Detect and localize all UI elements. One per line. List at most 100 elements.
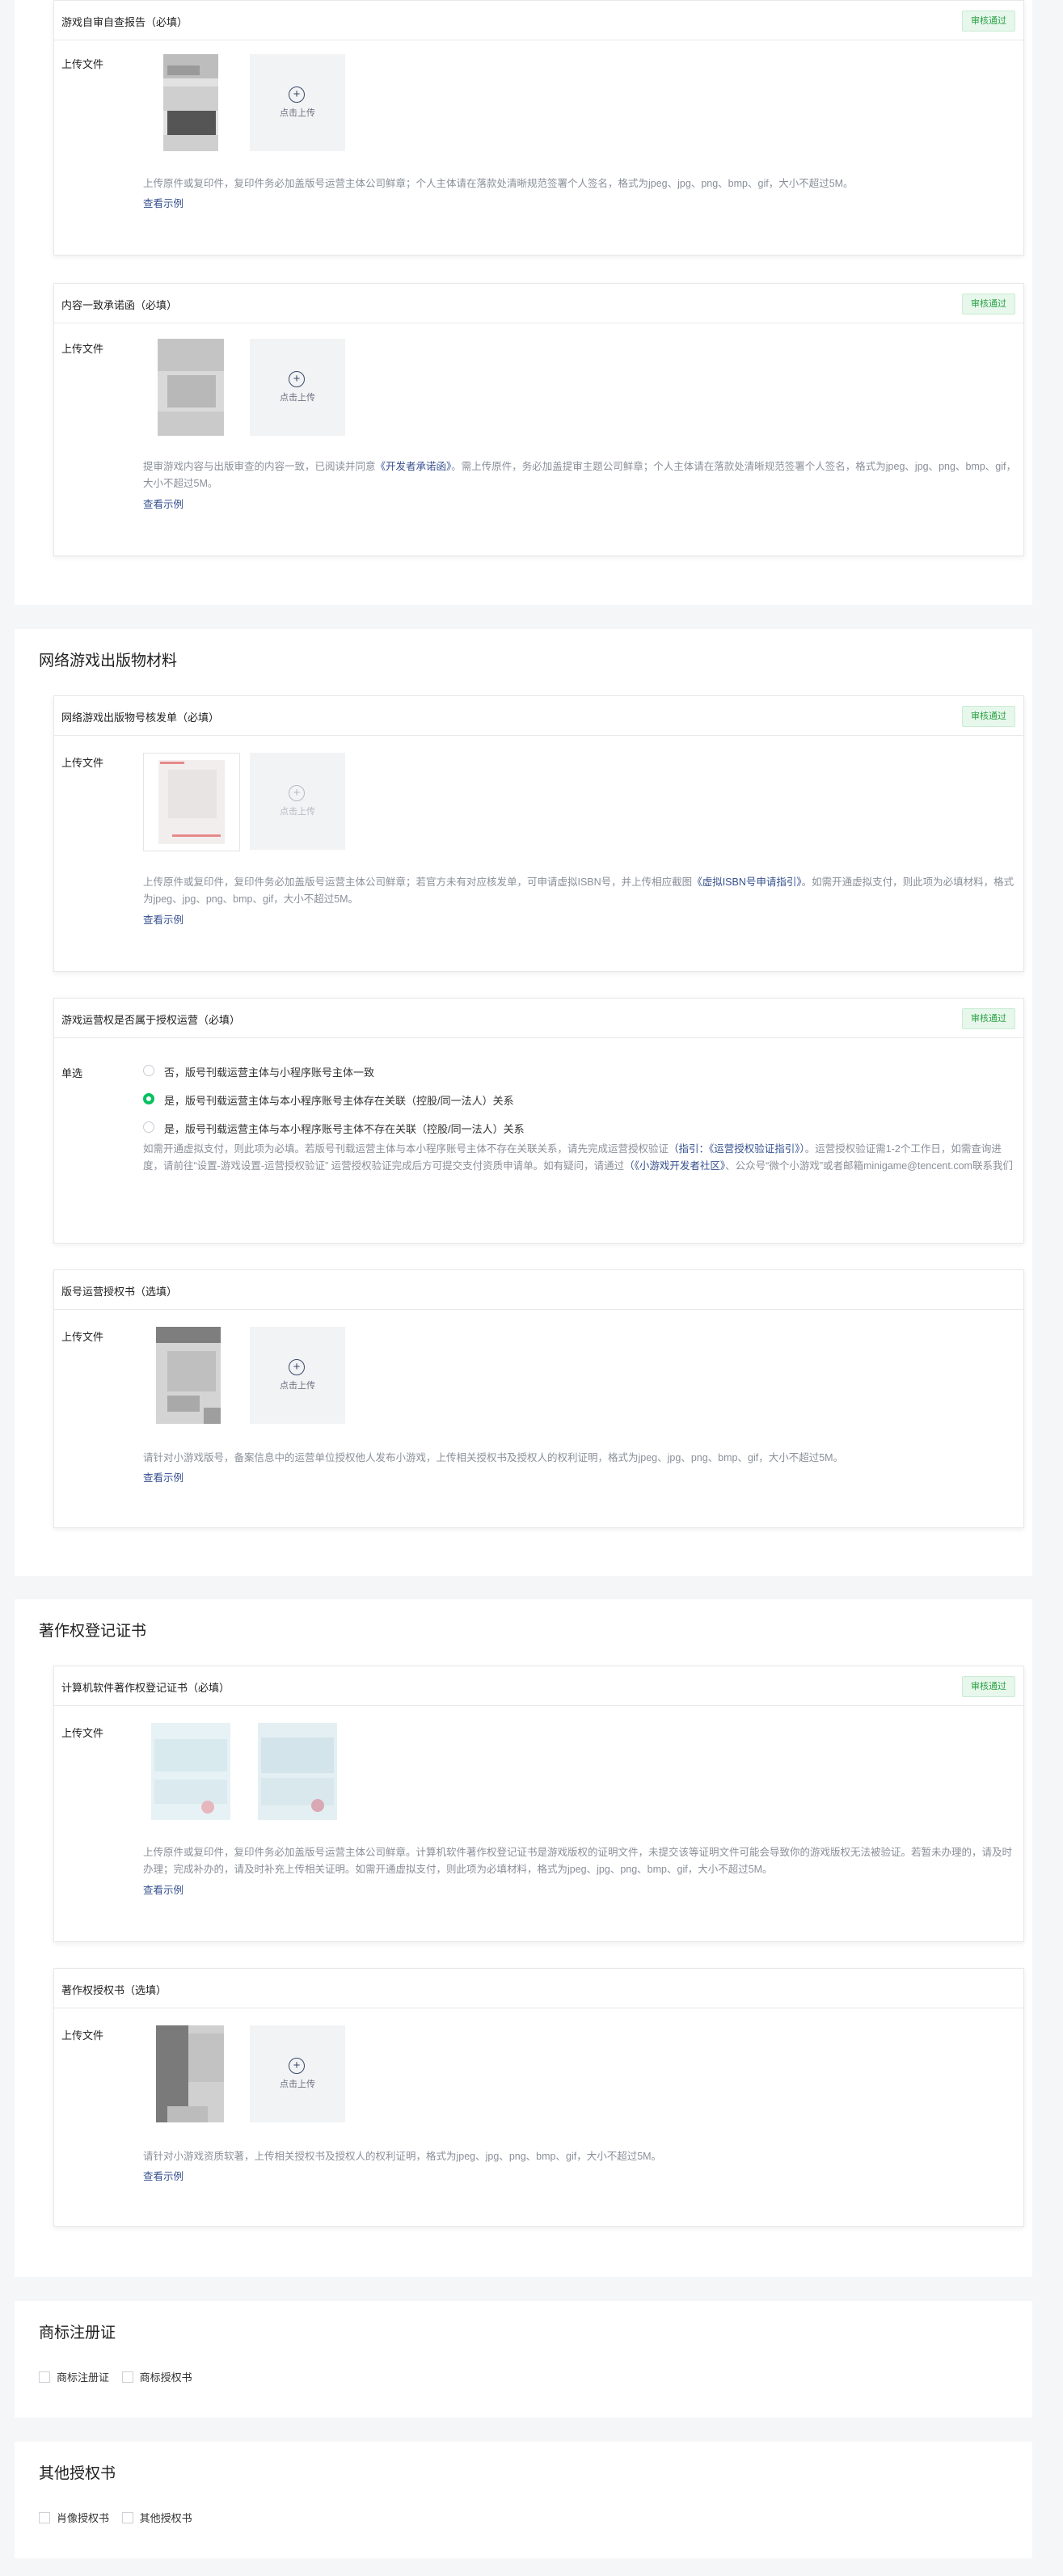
card-title: 内容一致承诺函（必填）: [61, 299, 178, 311]
upload-description: 上传原件或复印件，复印件务必加盖版号运营主体公司鲜章；个人主体请在落款处清晰规范…: [143, 178, 854, 189]
upload-button-label: 点击上传: [280, 393, 315, 403]
option-description: 如需开通虚拟支付，则此项为必填。若版号刊载运营主体与本小程序账号主体不存在关联关…: [143, 1141, 1020, 1175]
section-title: 著作权登记证书: [39, 1623, 147, 1640]
radio-option-label: 是，版号刊载运营主体与本小程序账号主体不存在关联（控股/同一法人）关系: [164, 1123, 525, 1135]
card-header: 著作权授权书（选填）: [54, 1969, 1023, 2008]
upload-button[interactable]: + 点击上传: [250, 2025, 345, 2122]
card-title: 计算机软件著作权登记证书（必填）: [61, 1682, 230, 1694]
uploaded-image-thumbnail[interactable]: [143, 339, 238, 436]
card-operation-authorization-letter: 版号运营授权书（选填） 上传文件 + 点击上传 请针对小游戏版号，备案信息中的运…: [53, 1269, 1024, 1528]
view-example-link[interactable]: 查看示例: [143, 496, 183, 511]
upload-description: 提审游戏内容与出版审查的内容一致，已阅读并同意《开发者承诺函》。需上传原件，务必…: [143, 458, 1020, 492]
plus-circle-icon: +: [289, 785, 305, 801]
upload-label: 上传文件: [61, 1727, 104, 1739]
blurred-document-image: [158, 339, 224, 436]
upload-description: 上传原件或复印件，复印件务必加盖版号运营主体公司鲜章；若官方未有对应核发单，可申…: [143, 874, 1020, 908]
upload-button-label: 点击上传: [280, 2080, 315, 2089]
page: 游戏自审自查报告（必填） 审核通过 上传文件 + 点击上传 上传原件或复印件，复…: [0, 0, 1063, 2576]
card-header: 计算机软件著作权登记证书（必填） 审核通过: [54, 1666, 1023, 1706]
section-trademark: 商标注册证 商标注册证 商标授权书: [15, 2301, 1032, 2418]
uploaded-image-thumbnail[interactable]: [143, 54, 238, 151]
section-title: 其他授权书: [39, 2465, 116, 2482]
uploaded-image-thumbnail[interactable]: [143, 2025, 238, 2122]
view-example-link[interactable]: 查看示例: [143, 911, 183, 927]
card-title: 游戏运营权是否属于授权运营（必填）: [61, 1014, 241, 1026]
card-authorized-operation: 游戏运营权是否属于授权运营（必填） 审核通过 单选 否，版号刊载运营主体与小程序…: [53, 998, 1024, 1244]
upload-button-disabled[interactable]: + 点击上传: [250, 753, 345, 850]
upload-label: 上传文件: [61, 343, 104, 355]
uploaded-image-thumbnail[interactable]: [250, 1723, 345, 1820]
description-text: 如需开通虚拟支付，则此项为必填。若版号刊载运营主体与本小程序账号主体不存在关联关…: [143, 1143, 669, 1155]
upload-button[interactable]: + 点击上传: [250, 54, 345, 151]
blurred-document-image: [158, 760, 225, 844]
checkbox-label: 商标授权书: [139, 2371, 192, 2384]
view-example-link[interactable]: 查看示例: [143, 1881, 183, 1897]
card-header: 游戏自审自查报告（必填） 审核通过: [54, 1, 1023, 40]
checkbox[interactable]: [39, 2512, 50, 2523]
checkbox-trademark-registration[interactable]: 商标注册证: [39, 2369, 109, 2384]
upload-button[interactable]: + 点击上传: [250, 1327, 345, 1424]
checkbox-label: 肖像授权书: [57, 2512, 110, 2524]
checkbox[interactable]: [39, 2371, 50, 2383]
upload-description: 上传原件或复印件，复印件务必加盖版号运营主体公司鲜章。计算机软件著作权登记证书是…: [143, 1847, 1013, 1875]
card-header: 游戏运营权是否属于授权运营（必填） 审核通过: [54, 999, 1023, 1038]
status-badge: 审核通过: [962, 706, 1015, 727]
plus-circle-icon: +: [289, 1359, 305, 1375]
uploaded-image-thumbnail[interactable]: [143, 1723, 238, 1820]
section-other-authorizations: 其他授权书 肖像授权书 其他授权书: [15, 2442, 1032, 2558]
upload-button-label: 点击上传: [280, 1381, 315, 1391]
developer-commitment-link[interactable]: 《开发者承诺函》: [376, 461, 452, 472]
operation-authorization-guide-link[interactable]: （指引：《运营授权验证指引》）: [669, 1143, 805, 1155]
uploaded-image-thumbnail[interactable]: [143, 753, 240, 851]
description-text: 提审游戏内容与出版审查的内容一致，已阅读并同意: [143, 461, 376, 472]
radio-button-selected[interactable]: [143, 1093, 154, 1104]
radio-option-label: 否，版号刊载运营主体与小程序账号主体一致: [164, 1066, 375, 1079]
section-title: 商标注册证: [39, 2325, 116, 2342]
upload-description: 请针对小游戏资质软著，上传相关授权书及授权人的权利证明，格式为jpeg、jpg、…: [143, 2151, 662, 2162]
card-header: 内容一致承诺函（必填） 审核通过: [54, 284, 1023, 323]
description-text: 、公众号“微个小游戏”或者邮箱minigame@tencent.com联系我们: [725, 1160, 1013, 1172]
upload-label: 上传文件: [61, 2029, 104, 2042]
checkbox-portrait-authorization[interactable]: 肖像授权书: [39, 2510, 109, 2525]
view-example-link[interactable]: 查看示例: [143, 2168, 183, 2183]
card-content-consistency: 内容一致承诺函（必填） 审核通过 上传文件 + 点击上传 提审游戏内容与出版审查…: [53, 283, 1024, 556]
section-title: 网络游戏出版物材料: [39, 652, 178, 669]
card-software-copyright: 计算机软件著作权登记证书（必填） 审核通过 上传文件 上传原件或复印件，复印件务…: [53, 1666, 1024, 1942]
checkbox-trademark-authorization[interactable]: 商标授权书: [121, 2369, 192, 2384]
status-badge: 审核通过: [962, 1676, 1015, 1697]
plus-circle-icon: +: [289, 2058, 305, 2074]
checkbox-other-authorization[interactable]: 其他授权书: [121, 2510, 192, 2525]
card-header: 网络游戏出版物号核发单（必填） 审核通过: [54, 696, 1023, 736]
view-example-link[interactable]: 查看示例: [143, 195, 183, 210]
blurred-document-image: [156, 2025, 224, 2122]
status-badge: 审核通过: [962, 1008, 1015, 1029]
card-title: 版号运营授权书（选填）: [61, 1286, 178, 1298]
upload-button-label: 点击上传: [280, 108, 315, 118]
section-self-check: 游戏自审自查报告（必填） 审核通过 上传文件 + 点击上传 上传原件或复印件，复…: [15, 0, 1032, 605]
view-example-link[interactable]: 查看示例: [143, 1469, 183, 1484]
upload-button-label: 点击上传: [280, 807, 315, 817]
card-title: 著作权授权书（选填）: [61, 1984, 167, 1996]
checkbox-label: 商标注册证: [57, 2371, 110, 2384]
upload-description: 请针对小游戏版号，备案信息中的运营单位授权他人发布小游戏，上传相关授权书及授权人…: [143, 1452, 844, 1463]
upload-button[interactable]: + 点击上传: [250, 339, 345, 436]
plus-circle-icon: +: [289, 87, 305, 103]
blurred-certificate-image: [151, 1723, 230, 1820]
blurred-certificate-image: [258, 1723, 337, 1820]
blurred-document-image: [156, 1327, 221, 1424]
section-publication-materials: 网络游戏出版物材料 网络游戏出版物号核发单（必填） 审核通过 上传文件 + 点击…: [15, 629, 1032, 1576]
other-authorization-checkbox-group: 肖像授权书 其他授权书: [39, 2510, 202, 2525]
card-self-check-report: 游戏自审自查报告（必填） 审核通过 上传文件 + 点击上传 上传原件或复印件，复…: [53, 0, 1024, 255]
card-publication-number: 网络游戏出版物号核发单（必填） 审核通过 上传文件 + 点击上传 上传原件或复印…: [53, 695, 1024, 972]
checkbox[interactable]: [121, 2371, 133, 2383]
description-text: 上传原件或复印件，复印件务必加盖版号运营主体公司鲜章；若官方未有对应核发单，可申…: [143, 876, 693, 888]
developer-community-link[interactable]: （《小游戏开发者社区》: [624, 1160, 725, 1172]
virtual-isbn-guide-link[interactable]: 《虚拟ISBN号申请指引》: [692, 876, 801, 888]
trademark-checkbox-group: 商标注册证 商标授权书: [39, 2369, 202, 2384]
checkbox-label: 其他授权书: [139, 2512, 192, 2524]
checkbox[interactable]: [121, 2512, 133, 2523]
plus-circle-icon: +: [289, 371, 305, 387]
radio-button[interactable]: [143, 1121, 154, 1133]
radio-button[interactable]: [143, 1065, 154, 1076]
uploaded-image-thumbnail[interactable]: [143, 1327, 238, 1424]
